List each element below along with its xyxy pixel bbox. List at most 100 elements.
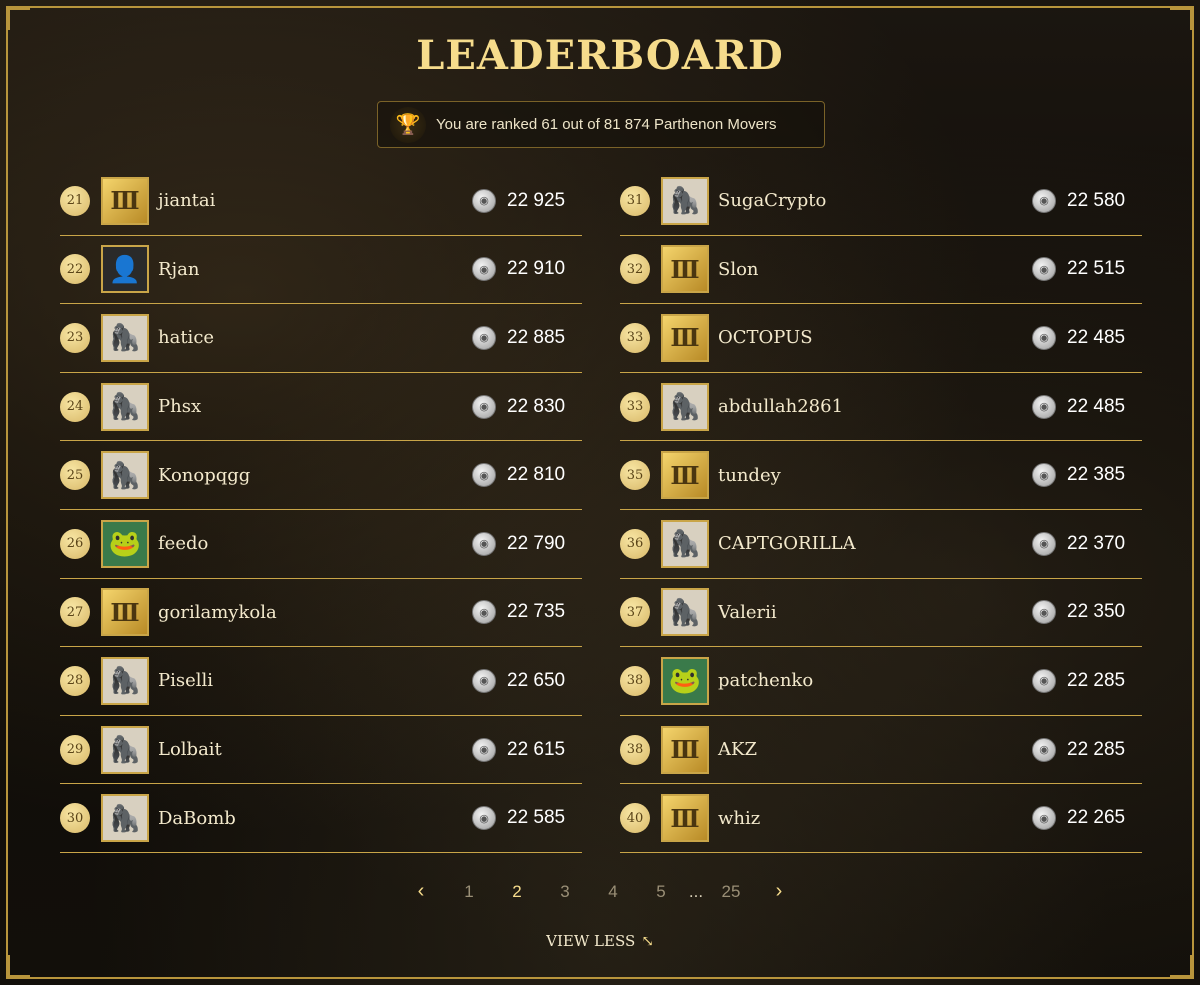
player-score: 22 485: [1067, 395, 1126, 417]
page-button[interactable]: 25: [707, 882, 755, 902]
coin-icon: ◉: [472, 806, 496, 831]
leaderboard-row[interactable]: 33 Ⅲ OCTOPUS ◉ 22 485: [620, 304, 1142, 373]
leaderboard-row[interactable]: 32 Ⅲ Slon ◉ 22 515: [620, 236, 1142, 305]
leaderboard-row[interactable]: 38 Ⅲ AKZ ◉ 22 285: [620, 716, 1142, 785]
avatar: Ⅲ: [661, 725, 709, 774]
player-name: OCTOPUS: [718, 327, 813, 349]
avatar: 🦍: [101, 725, 149, 774]
player-score: 22 485: [1067, 326, 1126, 348]
rank-badge: 27: [60, 597, 90, 628]
coin-icon: ◉: [1032, 325, 1056, 350]
prev-page-button[interactable]: ‹: [397, 880, 445, 903]
coin-icon: ◉: [1032, 600, 1056, 625]
leaderboard-row[interactable]: 36 🦍 CAPTGORILLA ◉ 22 370: [620, 510, 1142, 579]
avatar: Ⅲ: [101, 176, 149, 225]
player-score: 22 830: [507, 395, 566, 417]
coin-icon: ◉: [472, 668, 496, 693]
player-name: SugaCrypto: [718, 190, 827, 212]
page-button[interactable]: 3: [541, 882, 589, 902]
coin-icon: ◉: [1032, 737, 1056, 762]
player-score: 22 350: [1067, 601, 1126, 623]
player-score: 22 885: [507, 326, 566, 348]
page-button[interactable]: 5: [637, 882, 685, 902]
coin-icon: ◉: [472, 188, 496, 213]
player-score: 22 370: [1067, 532, 1126, 554]
rank-badge: 28: [60, 665, 90, 696]
rank-summary: 🏆 You are ranked 61 out of 81 874 Parthe…: [377, 101, 825, 148]
leaderboard-row[interactable]: 29 🦍 Lolbait ◉ 22 615: [60, 716, 582, 785]
player-score: 22 790: [507, 532, 566, 554]
pagination: ‹ 1 2 3 4 5... 25 ›: [0, 880, 1200, 903]
player-name: Konopqgg: [158, 464, 251, 486]
coin-icon: ◉: [472, 600, 496, 625]
leaderboard-row[interactable]: 37 🦍 Valerii ◉ 22 350: [620, 579, 1142, 648]
page-title: LEADERBOARD: [416, 32, 784, 79]
player-score: 22 615: [507, 738, 566, 760]
rank-badge: 40: [620, 803, 650, 834]
rank-badge: 36: [620, 528, 650, 559]
page-button[interactable]: 4: [589, 882, 637, 902]
coin-icon: ◉: [472, 531, 496, 556]
avatar: 🦍: [661, 519, 709, 568]
coin-icon: ◉: [1032, 806, 1056, 831]
coin-icon: ◉: [1032, 394, 1056, 419]
pagination-ellipsis: ...: [688, 881, 704, 901]
coin-icon: ◉: [472, 325, 496, 350]
player-name: DaBomb: [158, 807, 236, 829]
coin-icon: ◉: [1032, 668, 1056, 693]
rank-badge: 30: [60, 803, 90, 834]
player-name: feedo: [158, 533, 209, 555]
avatar: 🦍: [101, 794, 149, 843]
avatar: 🐸: [661, 656, 709, 705]
coin-icon: ◉: [472, 737, 496, 762]
coin-icon: ◉: [1032, 463, 1056, 488]
player-score: 22 265: [1067, 807, 1126, 829]
player-name: whiz: [718, 807, 761, 829]
player-score: 22 650: [507, 669, 566, 691]
leaderboard-row[interactable]: 24 🦍 Phsx ◉ 22 830: [60, 373, 582, 442]
leaderboard-row[interactable]: 40 Ⅲwhiz ◉ 22 265: [620, 784, 1142, 853]
avatar: Ⅲ: [661, 451, 709, 500]
player-name: gorilamykola: [158, 601, 277, 623]
coin-icon: ◉: [472, 257, 496, 282]
leaderboard-row[interactable]: 33 🦍 abdullah2861 ◉ 22 485: [620, 373, 1142, 442]
rank-badge: 32: [620, 254, 650, 285]
coin-icon: ◉: [1032, 531, 1056, 556]
rank-badge: 33: [620, 322, 650, 353]
frame-corner: [8, 955, 30, 977]
leaderboard-row[interactable]: 23 🦍 hatice ◉ 22 885: [60, 304, 582, 373]
player-score: 22 385: [1067, 464, 1126, 486]
rank-badge: 33: [620, 391, 650, 422]
coin-icon: ◉: [1032, 257, 1056, 282]
avatar: 🦍: [101, 313, 149, 362]
rank-badge: 21: [60, 185, 90, 216]
coin-icon: ◉: [472, 394, 496, 419]
rank-summary-text: You are ranked 61 out of 81 874 Partheno…: [436, 116, 777, 133]
frame-corner: [8, 8, 30, 30]
trophy-icon: 🏆: [390, 106, 426, 143]
leaderboard-row[interactable]: 25 🦍 Konopqgg ◉ 22 810: [60, 441, 582, 510]
frame-corner: [1170, 8, 1192, 30]
player-score: 22 925: [507, 189, 566, 211]
player-name: jiantai: [158, 190, 216, 212]
player-score: 22 285: [1067, 669, 1126, 691]
page-button[interactable]: 1: [445, 882, 493, 902]
rank-badge: 38: [620, 665, 650, 696]
leaderboard-row[interactable]: 28 🦍 Piselli ◉ 22 650: [60, 647, 582, 716]
leaderboard-row[interactable]: 21 Ⅲjiantai ◉ 22 925: [60, 167, 582, 236]
leaderboard-row[interactable]: 30 🦍 DaBomb ◉ 22 585: [60, 784, 582, 853]
leaderboard-row[interactable]: 26 🐸 feedo ◉ 22 790: [60, 510, 582, 579]
view-less-button[interactable]: VIEW LESS ⤡: [0, 932, 1200, 950]
player-name: Rjan: [158, 258, 200, 280]
leaderboard-row[interactable]: 38 🐸 patchenko ◉ 22 285: [620, 647, 1142, 716]
page-button[interactable]: 2: [493, 882, 541, 902]
player-score: 22 285: [1067, 738, 1126, 760]
player-name: tundey: [718, 464, 781, 486]
leaderboard-row[interactable]: 27 Ⅲgorilamykola ◉ 22 735: [60, 579, 582, 648]
player-score: 22 810: [507, 464, 566, 486]
next-page-button[interactable]: ›: [755, 880, 803, 903]
rank-badge: 37: [620, 597, 650, 628]
leaderboard-row[interactable]: 22 👤 Rjan ◉ 22 910: [60, 236, 582, 305]
leaderboard-row[interactable]: 31 🦍 SugaCrypto ◉ 22 580: [620, 167, 1142, 236]
leaderboard-row[interactable]: 35 Ⅲtundey ◉ 22 385: [620, 441, 1142, 510]
